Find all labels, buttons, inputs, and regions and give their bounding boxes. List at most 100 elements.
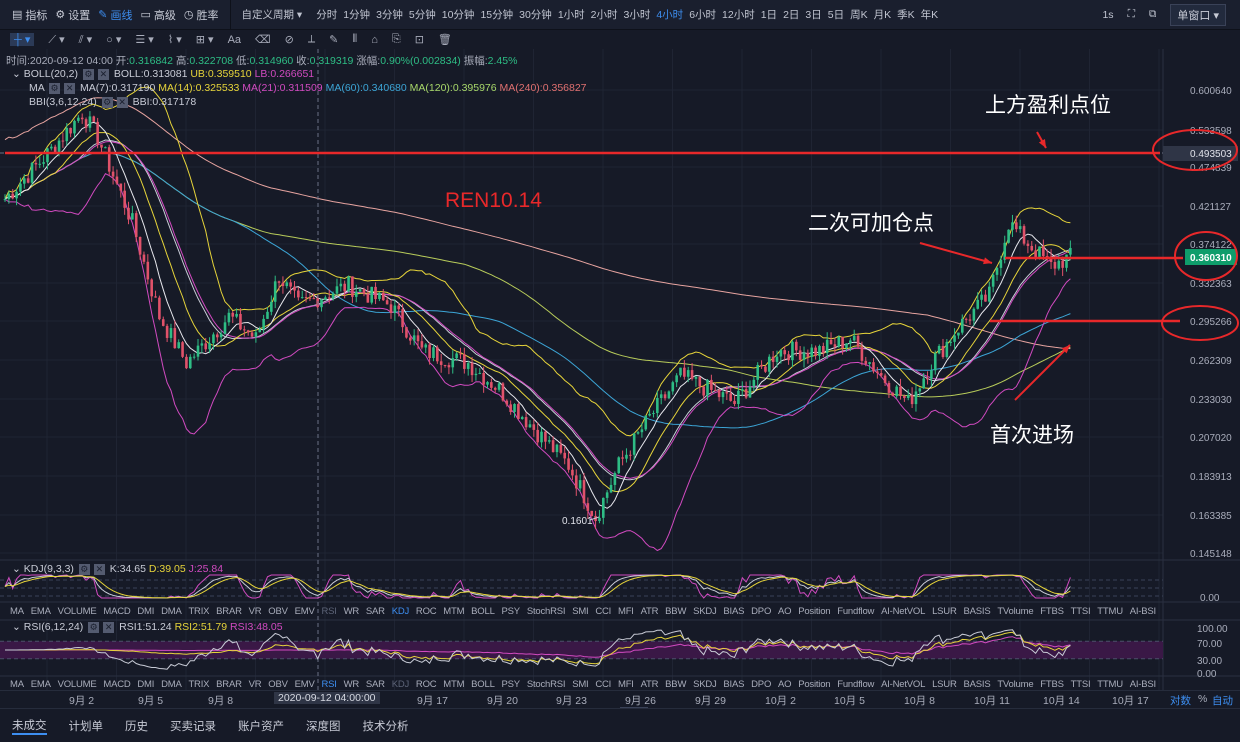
close-icon[interactable]: ✕ <box>116 96 128 108</box>
period-17[interactable]: 周K <box>850 7 868 22</box>
indicator-tab-wr[interactable]: WR <box>344 606 360 617</box>
indicator-tab-dma[interactable]: DMA <box>161 606 182 617</box>
indicator-tab-ma[interactable]: MA <box>10 679 24 690</box>
indicator-tab-ao[interactable]: AO <box>778 679 792 690</box>
advanced-button[interactable]: ▭ 高级 <box>141 7 176 23</box>
indicator-tab-ma[interactable]: MA <box>10 606 24 617</box>
period-3[interactable]: 5分钟 <box>409 7 436 22</box>
period-0[interactable]: 分时 <box>316 7 337 22</box>
indicator-tab-vr[interactable]: VR <box>249 606 262 617</box>
period-20[interactable]: 年K <box>921 7 939 22</box>
draw-button[interactable]: ✎ 画线 <box>98 7 132 23</box>
indicator-tab-brar[interactable]: BRAR <box>216 679 242 690</box>
bottom-tab-6[interactable]: 技术分析 <box>363 718 409 734</box>
indicator-tab-volume[interactable]: VOLUME <box>58 606 97 617</box>
wave-icon[interactable]: ⌇ ▾ <box>168 33 182 46</box>
text-tool-icon[interactable]: Aa <box>228 34 241 46</box>
indicator-tab-lsur[interactable]: LSUR <box>932 606 957 617</box>
indicator-tab-ttsi[interactable]: TTSI <box>1071 606 1091 617</box>
indicator-tab-vr[interactable]: VR <box>249 679 262 690</box>
indicator-tab-sar[interactable]: SAR <box>366 606 385 617</box>
period-16[interactable]: 5日 <box>828 7 844 22</box>
grid-icon[interactable]: ⊞ ▾ <box>196 33 214 46</box>
indicator-tab-volume[interactable]: VOLUME <box>58 679 97 690</box>
indicator-tab-position[interactable]: Position <box>798 679 830 690</box>
indicator-tab-tvolume[interactable]: TVolume <box>997 679 1033 690</box>
indicator-tab-mfi[interactable]: MFI <box>618 606 634 617</box>
indicator-tab-skdj[interactable]: SKDJ <box>693 606 717 617</box>
indicator-tab-cci[interactable]: CCI <box>595 679 611 690</box>
close-icon[interactable]: ✕ <box>64 82 76 94</box>
indicator-tab-obv[interactable]: OBV <box>268 606 288 617</box>
indicator-tab-ai-bsi[interactable]: AI-BSI <box>1130 679 1156 690</box>
period-11[interactable]: 6小时 <box>689 7 716 22</box>
period-8[interactable]: 2小时 <box>591 7 618 22</box>
indicator-tab-bias[interactable]: BIAS <box>723 679 744 690</box>
circle-icon[interactable]: ○ ▾ <box>106 33 121 46</box>
bottom-tab-3[interactable]: 买卖记录 <box>170 718 216 734</box>
gear-icon[interactable]: ⚙ <box>88 621 100 633</box>
indicator-tab-ftbs[interactable]: FTBS <box>1040 606 1064 617</box>
indicator-tab-stochrsi[interactable]: StochRSI <box>527 606 566 617</box>
indicator-tab-atr[interactable]: ATR <box>641 679 659 690</box>
indicator-tab-brar[interactable]: BRAR <box>216 606 242 617</box>
period-5[interactable]: 15分钟 <box>480 7 513 22</box>
indicators-button[interactable]: ▤ 指标 <box>12 7 47 23</box>
indicator-tab-dmi[interactable]: DMI <box>137 606 154 617</box>
fullscreen-icon[interactable]: ⛶ <box>1128 8 1135 21</box>
bottom-tab-5[interactable]: 深度图 <box>306 718 341 734</box>
magnet-icon[interactable]: ⊘ <box>285 33 294 46</box>
indicator-tab-rsi[interactable]: RSI <box>321 679 336 690</box>
indicator-tab-wr[interactable]: WR <box>344 679 360 690</box>
indicator-tab-ai-netvol[interactable]: AI-NetVOL <box>881 679 925 690</box>
axis-mode-percent[interactable]: % <box>1198 693 1207 705</box>
price-chart[interactable]: 0.16010.6006400.5335980.4748390.4211270.… <box>0 49 1240 690</box>
indicator-tab-atr[interactable]: ATR <box>641 606 659 617</box>
gear-icon[interactable]: ⚙ <box>78 563 90 575</box>
indicator-tab-kdj[interactable]: KDJ <box>392 679 410 690</box>
measure-icon[interactable]: ⦀ <box>352 33 357 46</box>
close-icon[interactable]: ✕ <box>93 563 105 575</box>
indicator-tab-basis[interactable]: BASIS <box>963 679 990 690</box>
indicator-tab-stochrsi[interactable]: StochRSI <box>527 679 566 690</box>
gear-icon[interactable]: ⚙ <box>101 96 113 108</box>
period-10[interactable]: 4小时 <box>656 7 683 22</box>
period-1[interactable]: 1分钟 <box>343 7 370 22</box>
indicator-tab-kdj[interactable]: KDJ <box>392 606 410 617</box>
indicator-tab-bias[interactable]: BIAS <box>723 606 744 617</box>
indicator-tab-mtm[interactable]: MTM <box>443 606 464 617</box>
bottom-tab-2[interactable]: 历史 <box>125 718 148 734</box>
gear-icon[interactable]: ⚙ <box>82 68 94 80</box>
bottom-tab-0[interactable]: 未成交 <box>12 717 47 735</box>
crosshair-icon[interactable]: ┼ ▾ <box>10 33 35 46</box>
axis-mode-log[interactable]: 对数 <box>1170 693 1191 708</box>
indicator-tab-rsi[interactable]: RSI <box>321 606 336 617</box>
indicator-tab-sar[interactable]: SAR <box>366 679 385 690</box>
indicator-tab-lsur[interactable]: LSUR <box>932 679 957 690</box>
indicator-tab-basis[interactable]: BASIS <box>963 606 990 617</box>
horizontal-lines-icon[interactable]: ☰ ▾ <box>135 33 153 46</box>
refresh-rate[interactable]: 1s <box>1102 9 1113 21</box>
period-6[interactable]: 30分钟 <box>519 7 552 22</box>
indicator-tab-ttmu[interactable]: TTMU <box>1097 606 1123 617</box>
indicator-tab-emv[interactable]: EMV <box>295 606 315 617</box>
popout-icon[interactable]: ⧉ <box>1149 8 1157 21</box>
indicator-tab-tvolume[interactable]: TVolume <box>997 606 1033 617</box>
eraser-icon[interactable]: ⌫ <box>255 33 271 46</box>
indicator-tab-ema[interactable]: EMA <box>31 606 51 617</box>
indicator-tab-macd[interactable]: MACD <box>103 606 130 617</box>
gear-icon[interactable]: ⚙ <box>49 82 61 94</box>
indicator-tab-cci[interactable]: CCI <box>595 606 611 617</box>
period-12[interactable]: 12小时 <box>722 7 755 22</box>
indicator-tab-ai-bsi[interactable]: AI-BSI <box>1130 606 1156 617</box>
custom-period-dropdown[interactable]: 自定义周期 ▾ <box>242 7 303 22</box>
period-14[interactable]: 2日 <box>783 7 799 22</box>
period-18[interactable]: 月K <box>874 7 892 22</box>
close-icon[interactable]: ✕ <box>103 621 115 633</box>
period-7[interactable]: 1小时 <box>558 7 585 22</box>
indicator-tab-fundflow[interactable]: Fundflow <box>837 606 874 617</box>
indicator-tab-dmi[interactable]: DMI <box>137 679 154 690</box>
indicator-tab-dpo[interactable]: DPO <box>751 606 771 617</box>
indicator-tab-ao[interactable]: AO <box>778 606 792 617</box>
ruler-icon[interactable]: ⟂ <box>308 33 315 46</box>
